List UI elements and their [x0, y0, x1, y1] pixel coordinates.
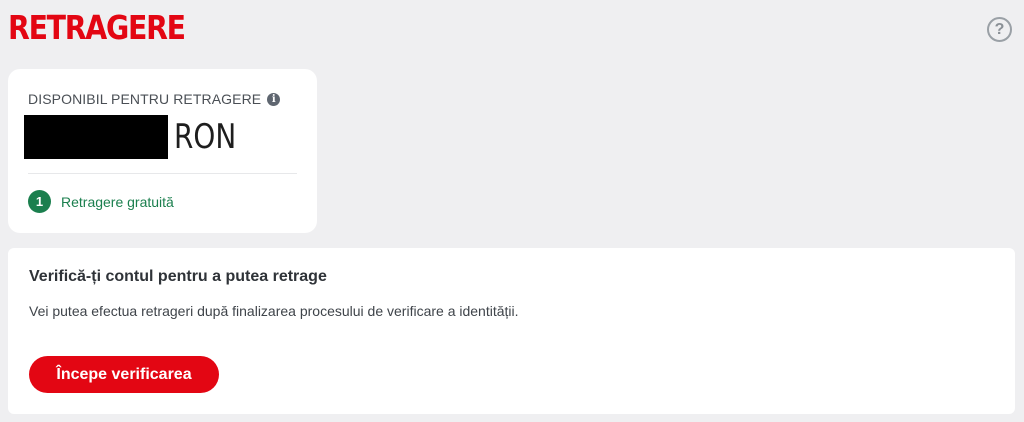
- info-icon[interactable]: i: [267, 92, 281, 106]
- withdrawal-page: RETRAGERE ? DISPONIBIL PENTRU RETRAGERE …: [0, 0, 1024, 422]
- verification-heading: Verifică-ți contul pentru a putea retrag…: [29, 268, 327, 285]
- free-withdrawal-label: Retragere gratuită: [61, 193, 174, 210]
- verification-description: Vei putea efectua retrageri după finaliz…: [29, 303, 519, 319]
- balance-amount: RON: [24, 114, 250, 159]
- start-verification-button[interactable]: Începe verificarea: [29, 356, 219, 393]
- page-title: RETRAGERE: [8, 8, 186, 47]
- divider: [28, 173, 297, 174]
- free-withdrawal-row: 1 Retragere gratuită: [28, 190, 174, 213]
- currency-label: RON: [174, 116, 237, 157]
- balance-card: DISPONIBIL PENTRU RETRAGERE i RON 1 Retr…: [8, 69, 317, 233]
- available-balance-label: DISPONIBIL PENTRU RETRAGERE: [28, 91, 262, 107]
- free-withdrawal-count-badge: 1: [28, 190, 51, 213]
- balance-label-row: DISPONIBIL PENTRU RETRAGERE i: [28, 91, 281, 107]
- redacted-amount-block: [24, 114, 168, 159]
- help-icon[interactable]: ?: [987, 17, 1012, 42]
- verification-card: Verifică-ți contul pentru a putea retrag…: [8, 248, 1015, 414]
